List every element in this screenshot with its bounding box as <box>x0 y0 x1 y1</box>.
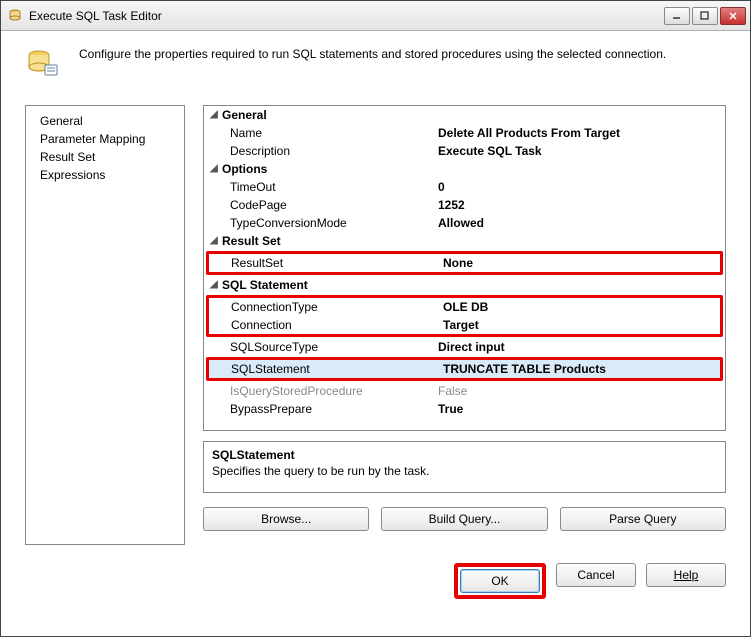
prop-value: Delete All Products From Target <box>434 124 725 142</box>
property-row[interactable]: SQLStatementTRUNCATE TABLE Products <box>209 360 720 378</box>
property-row[interactable]: ConnectionTypeOLE DB <box>209 298 720 316</box>
property-row[interactable]: ConnectionTarget <box>209 316 720 334</box>
collapse-icon: ◢ <box>210 276 222 294</box>
help-button[interactable]: Help <box>646 563 726 587</box>
footer-buttons: OK Cancel Help <box>1 545 750 599</box>
prop-value: False <box>434 382 725 400</box>
sidebar: General Parameter Mapping Result Set Exp… <box>25 105 185 545</box>
maximize-button[interactable] <box>692 7 718 25</box>
ok-button[interactable]: OK <box>460 569 540 593</box>
prop-value: Target <box>439 316 720 334</box>
highlight-resultset: ResultSetNone <box>206 251 723 275</box>
cancel-button[interactable]: Cancel <box>556 563 636 587</box>
prop-value: Allowed <box>434 214 725 232</box>
minimize-button[interactable] <box>664 7 690 25</box>
prop-label: Connection <box>209 316 439 334</box>
prop-label: Description <box>204 142 434 160</box>
app-icon <box>7 8 23 24</box>
collapse-icon: ◢ <box>210 232 222 250</box>
sidebar-item-expressions[interactable]: Expressions <box>26 166 184 184</box>
collapse-icon: ◢ <box>210 106 222 124</box>
prop-label: Name <box>204 124 434 142</box>
property-row[interactable]: CodePage1252 <box>204 196 725 214</box>
property-row[interactable]: SQLSourceTypeDirect input <box>204 338 725 356</box>
highlight-sqlstatement: SQLStatementTRUNCATE TABLE Products <box>206 357 723 381</box>
prop-label: TimeOut <box>204 178 434 196</box>
prop-value: True <box>434 400 725 418</box>
prop-label: IsQueryStoredProcedure <box>204 382 434 400</box>
prop-value: 1252 <box>434 196 725 214</box>
property-row[interactable]: NameDelete All Products From Target <box>204 124 725 142</box>
prop-label: SQLStatement <box>209 360 439 378</box>
category-result-set[interactable]: ◢Result Set <box>204 232 725 250</box>
prop-label: CodePage <box>204 196 434 214</box>
property-row[interactable]: TypeConversionModeAllowed <box>204 214 725 232</box>
prop-label: ConnectionType <box>209 298 439 316</box>
property-row[interactable]: TimeOut0 <box>204 178 725 196</box>
highlight-ok: OK <box>454 563 546 599</box>
titlebar: Execute SQL Task Editor <box>1 1 750 31</box>
prop-label: TypeConversionMode <box>204 214 434 232</box>
category-options[interactable]: ◢Options <box>204 160 725 178</box>
property-row[interactable]: ResultSetNone <box>209 254 720 272</box>
sidebar-item-parameter-mapping[interactable]: Parameter Mapping <box>26 130 184 148</box>
prop-value: TRUNCATE TABLE Products <box>439 360 720 378</box>
prop-value: Direct input <box>434 338 725 356</box>
sidebar-item-general[interactable]: General <box>26 112 184 130</box>
property-row[interactable]: DescriptionExecute SQL Task <box>204 142 725 160</box>
prop-value: None <box>439 254 720 272</box>
highlight-connection: ConnectionTypeOLE DB ConnectionTarget <box>206 295 723 337</box>
property-grid: ◢General NameDelete All Products From Ta… <box>203 105 726 431</box>
property-row[interactable]: BypassPrepareTrue <box>204 400 725 418</box>
parse-query-button[interactable]: Parse Query <box>560 507 726 531</box>
description-text: Specifies the query to be run by the tas… <box>212 464 717 478</box>
prop-value: 0 <box>434 178 725 196</box>
collapse-icon: ◢ <box>210 160 222 178</box>
build-query-button[interactable]: Build Query... <box>381 507 547 531</box>
prop-label: ResultSet <box>209 254 439 272</box>
sidebar-item-result-set[interactable]: Result Set <box>26 148 184 166</box>
property-row: IsQueryStoredProcedureFalse <box>204 382 725 400</box>
close-button[interactable] <box>720 7 746 25</box>
header-description: Configure the properties required to run… <box>79 45 666 61</box>
prop-label: BypassPrepare <box>204 400 434 418</box>
browse-button[interactable]: Browse... <box>203 507 369 531</box>
header-section: Configure the properties required to run… <box>1 31 750 105</box>
prop-value: OLE DB <box>439 298 720 316</box>
category-general[interactable]: ◢General <box>204 106 725 124</box>
description-title: SQLStatement <box>212 448 717 462</box>
description-panel: SQLStatement Specifies the query to be r… <box>203 441 726 493</box>
category-sql-statement[interactable]: ◢SQL Statement <box>204 276 725 294</box>
prop-value: Execute SQL Task <box>434 142 725 160</box>
prop-label: SQLSourceType <box>204 338 434 356</box>
window-title: Execute SQL Task Editor <box>29 9 664 23</box>
task-icon <box>25 45 61 81</box>
